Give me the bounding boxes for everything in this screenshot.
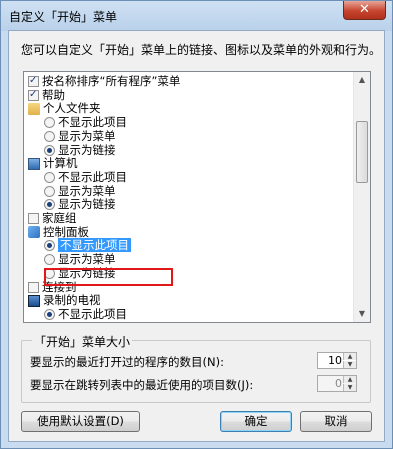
list-item[interactable]: 显示为链接: [44, 142, 116, 157]
spin-down-icon[interactable]: ▼: [343, 361, 356, 368]
title-bar: 自定义「开始」菜单 ✕: [1, 1, 392, 31]
list-item-label: 计算机: [43, 156, 78, 171]
checkbox[interactable]: [28, 281, 39, 293]
computer-icon: [28, 157, 40, 170]
scroll-thumb[interactable]: [356, 121, 368, 183]
list-item-label: 显示为菜单: [58, 128, 116, 143]
tv-icon: [28, 294, 40, 307]
scroll-up-icon[interactable]: ▲: [354, 72, 370, 88]
radio-button[interactable]: [44, 240, 55, 252]
radio-button[interactable]: [44, 130, 55, 142]
list-item[interactable]: 计算机: [28, 157, 78, 170]
jumplist-items-label: 要显示在跳转列表中的最近使用的项目数(J):: [30, 378, 254, 392]
list-item-label: 显示为菜单: [58, 252, 116, 267]
close-icon: ✕: [359, 2, 370, 17]
window-title: 自定义「开始」菜单: [9, 10, 118, 24]
list-item[interactable]: 显示为菜单: [44, 253, 116, 266]
list-item-label: 不显示此项目: [58, 306, 127, 321]
cancel-button[interactable]: 取消: [300, 411, 372, 432]
scroll-down-icon[interactable]: ▼: [354, 306, 370, 322]
list-item[interactable]: 个人文件夹: [28, 102, 101, 115]
start-menu-options-list[interactable]: 按名称排序“所有程序”菜单帮助个人文件夹不显示此项目显示为菜单显示为链接计算机不…: [23, 71, 371, 323]
checkbox[interactable]: [28, 88, 39, 101]
radio-button[interactable]: [44, 171, 55, 183]
list-item-label: 个人文件夹: [43, 101, 101, 116]
radio-button[interactable]: [44, 199, 55, 211]
start-menu-size-group: 「开始」菜单大小 要显示的最近打开过的程序的数目(N): 10 ▲ ▼ 要显示在…: [21, 333, 371, 403]
list-item-label: 控制面板: [43, 224, 89, 239]
customize-start-menu-dialog: 自定义「开始」菜单 ✕ 您可以自定义「开始」菜单上的链接、图标以及菜单的外观和行…: [0, 0, 393, 449]
radio-button[interactable]: [44, 117, 55, 129]
radio-button[interactable]: [44, 144, 55, 156]
list-item[interactable]: 显示为菜单: [44, 183, 116, 198]
list-item-label: 显示为菜单: [58, 183, 116, 198]
list-item-label: 连接到: [42, 279, 77, 294]
list-item-label: 家庭组: [42, 211, 77, 225]
recent-programs-value: 10: [328, 354, 342, 367]
list-item-label: 显示为链接: [58, 142, 116, 157]
list-item[interactable]: 不显示此项目: [44, 238, 131, 253]
group-legend: 「开始」菜单大小: [32, 333, 133, 350]
list-item[interactable]: 帮助: [28, 87, 65, 102]
vertical-scrollbar[interactable]: ▲ ▼: [353, 72, 370, 322]
radio-button[interactable]: [44, 267, 55, 279]
description-text: 您可以自定义「开始」菜单上的链接、图标以及菜单的外观和行为。: [21, 43, 382, 57]
list-item[interactable]: 录制的电视: [28, 294, 101, 307]
list-item-label: 显示为链接: [58, 265, 116, 280]
list-item[interactable]: 不显示此项目: [44, 306, 127, 321]
list-item-label: 显示为链接: [58, 197, 116, 212]
control-panel-icon: [28, 226, 40, 239]
list-item[interactable]: 家庭组: [28, 212, 77, 225]
checkbox[interactable]: [28, 74, 39, 87]
checkbox[interactable]: [28, 213, 39, 224]
jumplist-items-spinner[interactable]: 0 ▲ ▼: [317, 375, 357, 392]
use-defaults-button[interactable]: 使用默认设置(D): [21, 411, 140, 432]
list-item[interactable]: 不显示此项目: [44, 116, 127, 129]
list-item-label: 录制的电视: [43, 293, 101, 308]
close-button[interactable]: ✕: [343, 1, 386, 20]
recent-programs-label: 要显示的最近打开过的程序的数目(N):: [30, 355, 224, 369]
list-item[interactable]: 不显示此项目: [44, 169, 127, 184]
spin-up-icon[interactable]: ▲: [343, 376, 356, 383]
radio-button[interactable]: [44, 185, 55, 197]
spin-down-icon[interactable]: ▼: [343, 384, 356, 391]
list-item[interactable]: 显示为菜单: [44, 128, 116, 143]
dialog-body: 您可以自定义「开始」菜单上的链接、图标以及菜单的外观和行为。 按名称排序“所有程…: [8, 30, 385, 442]
ok-button[interactable]: 确定: [220, 411, 292, 432]
list-item-label: 不显示此项目: [58, 115, 127, 130]
list-item[interactable]: 按名称排序“所有程序”菜单: [28, 74, 181, 88]
jumplist-items-value: 0: [335, 377, 342, 390]
list-item-label: 不显示此项目: [58, 169, 127, 184]
radio-button[interactable]: [44, 308, 55, 320]
list-item[interactable]: 显示为链接: [44, 198, 116, 211]
list-item-label: 按名称排序“所有程序”菜单: [42, 74, 181, 88]
list-item[interactable]: 控制面板: [28, 224, 89, 239]
list-item-label: 不显示此项目: [58, 238, 131, 253]
list-item[interactable]: 连接到: [28, 279, 77, 294]
list-item-label: 帮助: [42, 87, 65, 102]
list-item[interactable]: 显示为链接: [44, 265, 116, 280]
folder-icon: [28, 102, 40, 115]
spin-up-icon[interactable]: ▲: [343, 353, 356, 360]
radio-button[interactable]: [44, 254, 55, 266]
recent-programs-spinner[interactable]: 10 ▲ ▼: [317, 352, 357, 369]
